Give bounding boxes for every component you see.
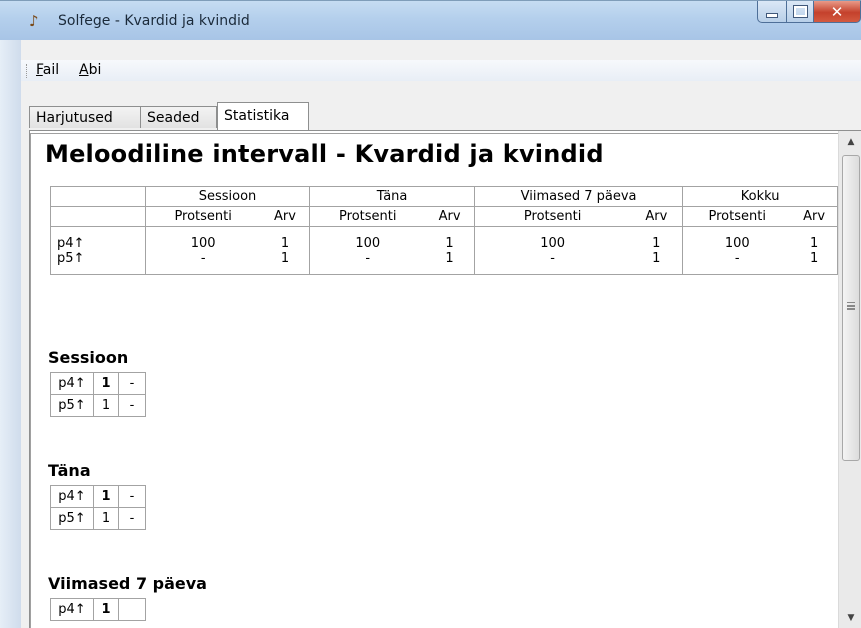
group-header-viimased: Viimased 7 päeva xyxy=(473,186,684,207)
tab-bar: Harjutused Seaded Statistika xyxy=(21,102,861,130)
table-cell: - xyxy=(473,250,631,275)
subheader-arv: Arv xyxy=(425,206,475,227)
section-table-tana: p4↑ 1 - p5↑ 1 - xyxy=(50,485,146,530)
menu-abi[interactable]: Abi xyxy=(79,62,101,78)
table-cell: - xyxy=(118,507,146,530)
subheader-protsenti: Protsenti xyxy=(682,206,792,227)
table-cell: 1 xyxy=(93,372,119,395)
window-frame-left xyxy=(0,40,21,628)
statistics-content[interactable]: Meloodiline intervall - Kvardid ja kvind… xyxy=(30,133,838,628)
empty-subheader-cell xyxy=(50,206,146,227)
tab-seaded[interactable]: Seaded xyxy=(141,106,217,128)
section-title-sessioon: Sessioon xyxy=(48,348,129,367)
table-cell: 100 xyxy=(473,226,631,251)
table-cell: 1 xyxy=(93,485,119,508)
arrow-down-icon: ▼ xyxy=(847,613,855,623)
group-header-tana: Täna xyxy=(309,186,475,207)
menu-bar: Fail Abi xyxy=(21,60,861,81)
grip-lines-icon xyxy=(847,302,855,304)
scroll-up-button[interactable]: ▲ xyxy=(839,131,861,153)
section-title-tana: Täna xyxy=(48,461,91,480)
table-cell: - xyxy=(118,372,146,395)
subheader-arv: Arv xyxy=(260,206,311,227)
subheader-arv: Arv xyxy=(791,206,838,227)
table-cell: 1 xyxy=(425,250,475,275)
table-cell: 100 xyxy=(309,226,426,251)
scroll-down-button[interactable]: ▼ xyxy=(839,607,861,628)
subheader-protsenti: Protsenti xyxy=(473,206,631,227)
statistics-panel: Meloodiline intervall - Kvardid ja kvind… xyxy=(29,130,861,628)
table-cell: 1 xyxy=(93,598,119,621)
table-cell: - xyxy=(144,250,261,275)
caption-buttons: ✕ xyxy=(757,1,861,23)
summary-group-header-row: Sessioon Täna Viimased 7 päeva Kokku xyxy=(50,186,838,207)
vertical-scrollbar[interactable]: ▲ ▼ xyxy=(838,131,861,628)
menu-fail[interactable]: Fail xyxy=(36,62,59,78)
table-row: p4↑ 1 - xyxy=(50,372,146,395)
table-cell: 1 xyxy=(93,394,119,417)
page-title: Meloodiline intervall - Kvardid ja kvind… xyxy=(45,140,604,168)
group-header-sessioon: Sessioon xyxy=(144,186,311,207)
title-bar[interactable]: ♪ Solfege - Kvardid ja kvindid ✕ xyxy=(0,0,861,41)
table-cell: 1 xyxy=(260,250,311,275)
menu-grip-icon xyxy=(26,64,30,78)
row-label: p4↑ xyxy=(50,485,94,508)
table-row: p4↑ 100 1 100 1 100 1 100 1 xyxy=(50,226,838,251)
scrollbar-thumb[interactable] xyxy=(842,155,860,461)
row-label: p4↑ xyxy=(50,372,94,395)
table-cell: - xyxy=(118,394,146,417)
table-cell: - xyxy=(309,250,426,275)
table-cell xyxy=(118,598,146,621)
section-title-viimased: Viimased 7 päeva xyxy=(48,574,207,593)
empty-header-cell xyxy=(50,186,146,207)
table-row: p5↑ 1 - xyxy=(50,394,146,417)
tab-harjutused[interactable]: Harjutused xyxy=(29,106,141,128)
row-label: p4↑ xyxy=(50,226,146,251)
arrow-up-icon: ▲ xyxy=(847,137,855,147)
close-icon: ✕ xyxy=(830,2,844,21)
maximize-icon xyxy=(792,5,808,18)
table-row: p5↑ 1 - xyxy=(50,507,146,530)
minimize-icon xyxy=(766,13,778,18)
table-cell: 1 xyxy=(630,250,684,275)
table-cell: 1 xyxy=(425,226,475,251)
close-button[interactable]: ✕ xyxy=(814,1,861,23)
table-row: p4↑ 1 - xyxy=(50,485,146,508)
application-window: ♪ Solfege - Kvardid ja kvindid ✕ Fail Ab… xyxy=(0,0,861,628)
subheader-arv: Arv xyxy=(630,206,684,227)
table-row: p4↑ 1 xyxy=(50,598,146,621)
solfege-app-icon[interactable]: ♪ xyxy=(29,12,47,30)
table-cell: 1 xyxy=(93,507,119,530)
group-header-kokku: Kokku xyxy=(682,186,838,207)
section-table-sessioon: p4↑ 1 - p5↑ 1 - xyxy=(50,372,146,417)
maximize-button[interactable] xyxy=(787,1,814,23)
table-cell: 100 xyxy=(144,226,261,251)
row-label: p5↑ xyxy=(50,250,146,275)
subheader-protsenti: Protsenti xyxy=(309,206,426,227)
client-area: Fail Abi Harjutused Seaded Statistika Me… xyxy=(21,40,861,628)
summary-subheader-row: Protsenti Arv Protsenti Arv Protsenti Ar… xyxy=(50,206,838,227)
table-cell: - xyxy=(682,250,792,275)
table-cell: 1 xyxy=(630,226,684,251)
table-row: p5↑ - 1 - 1 - 1 - 1 xyxy=(50,250,838,275)
table-cell: 1 xyxy=(260,226,311,251)
subheader-protsenti: Protsenti xyxy=(144,206,261,227)
window-title: Solfege - Kvardid ja kvindid xyxy=(58,13,250,29)
summary-table: Sessioon Täna Viimased 7 päeva Kokku Pro… xyxy=(50,186,838,275)
table-cell: 1 xyxy=(791,250,838,275)
tab-statistika[interactable]: Statistika xyxy=(217,102,309,130)
row-label: p5↑ xyxy=(50,394,94,417)
table-cell: 1 xyxy=(791,226,838,251)
row-label: p4↑ xyxy=(50,598,94,621)
table-cell: 100 xyxy=(682,226,792,251)
table-cell: - xyxy=(118,485,146,508)
minimize-button[interactable] xyxy=(757,1,787,23)
section-table-viimased: p4↑ 1 xyxy=(50,598,146,621)
row-label: p5↑ xyxy=(50,507,94,530)
